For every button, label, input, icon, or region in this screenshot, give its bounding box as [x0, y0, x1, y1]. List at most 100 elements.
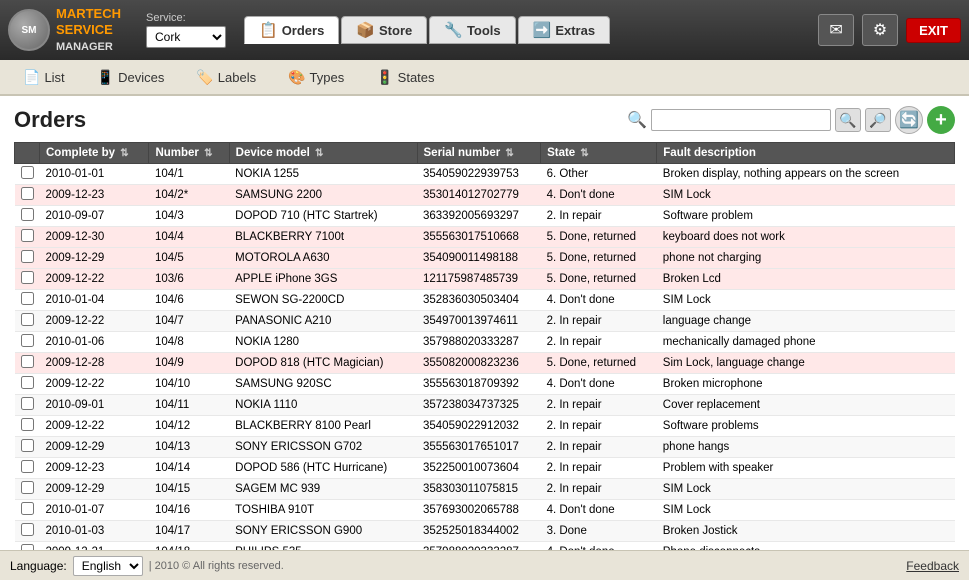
- row-checkbox[interactable]: [21, 439, 34, 452]
- row-checkbox[interactable]: [21, 166, 34, 179]
- subnav-types[interactable]: 🎨 Types: [273, 64, 359, 91]
- tab-store[interactable]: 📦 Store: [341, 16, 427, 44]
- row-fault-description: Broken microphone: [657, 374, 955, 395]
- row-number: 104/7: [149, 311, 229, 332]
- top-nav-tabs: 📋 Orders 📦 Store 🔧 Tools ➡️ Extras: [244, 16, 610, 44]
- row-checkbox[interactable]: [21, 418, 34, 431]
- service-label: Service:: [146, 12, 224, 24]
- row-complete-by: 2009-12-29: [40, 437, 149, 458]
- table-row[interactable]: 2010-01-01104/1NOKIA 1255354059022939753…: [15, 164, 955, 185]
- subnav-list[interactable]: 📄 List: [8, 64, 80, 91]
- row-complete-by: 2009-12-22: [40, 269, 149, 290]
- row-checkbox[interactable]: [21, 502, 34, 515]
- row-checkbox[interactable]: [21, 397, 34, 410]
- service-select[interactable]: Cork: [146, 26, 226, 48]
- table-row[interactable]: 2009-12-21104/18PHILIPS 5353579880203332…: [15, 542, 955, 551]
- table-row[interactable]: 2009-12-22104/12BLACKBERRY 8100 Pearl354…: [15, 416, 955, 437]
- table-row[interactable]: 2009-12-23104/2*SAMSUNG 2200353014012702…: [15, 185, 955, 206]
- row-device-model: DOPOD 818 (HTC Magician): [229, 353, 417, 374]
- row-checkbox[interactable]: [21, 355, 34, 368]
- subnav-labels[interactable]: 🏷️ Labels: [181, 64, 271, 91]
- search-clear-button[interactable]: 🔎: [865, 108, 891, 132]
- row-device-model: SAGEM MC 939: [229, 479, 417, 500]
- col-number[interactable]: Number ⇅: [149, 143, 229, 164]
- feedback-link[interactable]: Feedback: [906, 559, 959, 573]
- table-row[interactable]: 2009-12-30104/4BLACKBERRY 7100t355563017…: [15, 227, 955, 248]
- table-row[interactable]: 2010-09-01104/11NOKIA 111035723803473732…: [15, 395, 955, 416]
- col-fault-description[interactable]: Fault description: [657, 143, 955, 164]
- col-state[interactable]: State ⇅: [541, 143, 657, 164]
- row-fault-description: Sim Lock, language change: [657, 353, 955, 374]
- exit-button[interactable]: EXIT: [906, 18, 961, 43]
- email-button[interactable]: ✉: [818, 14, 854, 46]
- row-checkbox-cell: [15, 374, 40, 395]
- row-number: 104/11: [149, 395, 229, 416]
- row-checkbox[interactable]: [21, 376, 34, 389]
- table-row[interactable]: 2009-12-22103/6APPLE iPhone 3GS121175987…: [15, 269, 955, 290]
- tab-orders[interactable]: 📋 Orders: [244, 16, 339, 44]
- row-checkbox[interactable]: [21, 334, 34, 347]
- row-number: 104/10: [149, 374, 229, 395]
- row-checkbox-cell: [15, 500, 40, 521]
- logo-text: MARTECH SERVICE MANAGER: [56, 6, 121, 53]
- row-checkbox[interactable]: [21, 481, 34, 494]
- col-device-model[interactable]: Device model ⇅: [229, 143, 417, 164]
- settings-button[interactable]: ⚙: [862, 14, 898, 46]
- row-checkbox-cell: [15, 248, 40, 269]
- table-row[interactable]: 2009-12-29104/15SAGEM MC 939358303011075…: [15, 479, 955, 500]
- row-number: 104/17: [149, 521, 229, 542]
- row-device-model: NOKIA 1255: [229, 164, 417, 185]
- row-complete-by: 2009-12-22: [40, 374, 149, 395]
- table-row[interactable]: 2010-01-07104/16TOSHIBA 910T357693002065…: [15, 500, 955, 521]
- row-device-model: NOKIA 1110: [229, 395, 417, 416]
- row-fault-description: mechanically damaged phone: [657, 332, 955, 353]
- row-number: 104/1: [149, 164, 229, 185]
- search-zoom-button[interactable]: 🔍: [835, 108, 861, 132]
- row-checkbox[interactable]: [21, 229, 34, 242]
- row-checkbox[interactable]: [21, 292, 34, 305]
- table-row[interactable]: 2010-01-04104/6SEWON SG-2200CD3528360305…: [15, 290, 955, 311]
- table-row[interactable]: 2009-12-29104/5MOTOROLA A630354090011498…: [15, 248, 955, 269]
- row-device-model: SONY ERICSSON G900: [229, 521, 417, 542]
- row-checkbox[interactable]: [21, 313, 34, 326]
- row-serial-number: 354970013974611: [417, 311, 541, 332]
- subnav-devices[interactable]: 📱 Devices: [82, 64, 180, 91]
- row-complete-by: 2009-12-30: [40, 227, 149, 248]
- tab-extras[interactable]: ➡️ Extras: [518, 16, 610, 44]
- row-checkbox[interactable]: [21, 250, 34, 263]
- add-order-button[interactable]: +: [927, 106, 955, 134]
- row-checkbox[interactable]: [21, 208, 34, 221]
- table-row[interactable]: 2009-12-23104/14DOPOD 586 (HTC Hurricane…: [15, 458, 955, 479]
- row-number: 104/3: [149, 206, 229, 227]
- refresh-button[interactable]: 🔄: [895, 106, 923, 134]
- row-complete-by: 2009-12-29: [40, 248, 149, 269]
- subnav-states[interactable]: 🚦 States: [361, 64, 449, 91]
- col-serial-number[interactable]: Serial number ⇅: [417, 143, 541, 164]
- tab-tools[interactable]: 🔧 Tools: [429, 16, 515, 44]
- col-complete-by[interactable]: Complete by ⇅: [40, 143, 149, 164]
- language-select[interactable]: English: [73, 556, 143, 576]
- row-state: 2. In repair: [541, 458, 657, 479]
- row-checkbox[interactable]: [21, 271, 34, 284]
- table-row[interactable]: 2010-01-03104/17SONY ERICSSON G900352525…: [15, 521, 955, 542]
- search-input[interactable]: [651, 109, 831, 131]
- row-complete-by: 2009-12-23: [40, 185, 149, 206]
- row-device-model: TOSHIBA 910T: [229, 500, 417, 521]
- table-row[interactable]: 2009-12-22104/10SAMSUNG 920SC35556301870…: [15, 374, 955, 395]
- row-checkbox[interactable]: [21, 523, 34, 536]
- row-checkbox[interactable]: [21, 544, 34, 550]
- row-checkbox[interactable]: [21, 460, 34, 473]
- row-device-model: NOKIA 1280: [229, 332, 417, 353]
- row-state: 6. Other: [541, 164, 657, 185]
- row-number: 104/12: [149, 416, 229, 437]
- row-device-model: PHILIPS 535: [229, 542, 417, 551]
- table-row[interactable]: 2009-12-29104/13SONY ERICSSON G702355563…: [15, 437, 955, 458]
- row-fault-description: Cover replacement: [657, 395, 955, 416]
- row-checkbox[interactable]: [21, 187, 34, 200]
- table-row[interactable]: 2010-09-07104/3DOPOD 710 (HTC Startrek)3…: [15, 206, 955, 227]
- row-number: 104/9: [149, 353, 229, 374]
- row-fault-description: language change: [657, 311, 955, 332]
- table-row[interactable]: 2009-12-22104/7PANASONIC A21035497001397…: [15, 311, 955, 332]
- table-row[interactable]: 2010-01-06104/8NOKIA 1280357988020333287…: [15, 332, 955, 353]
- table-row[interactable]: 2009-12-28104/9DOPOD 818 (HTC Magician)3…: [15, 353, 955, 374]
